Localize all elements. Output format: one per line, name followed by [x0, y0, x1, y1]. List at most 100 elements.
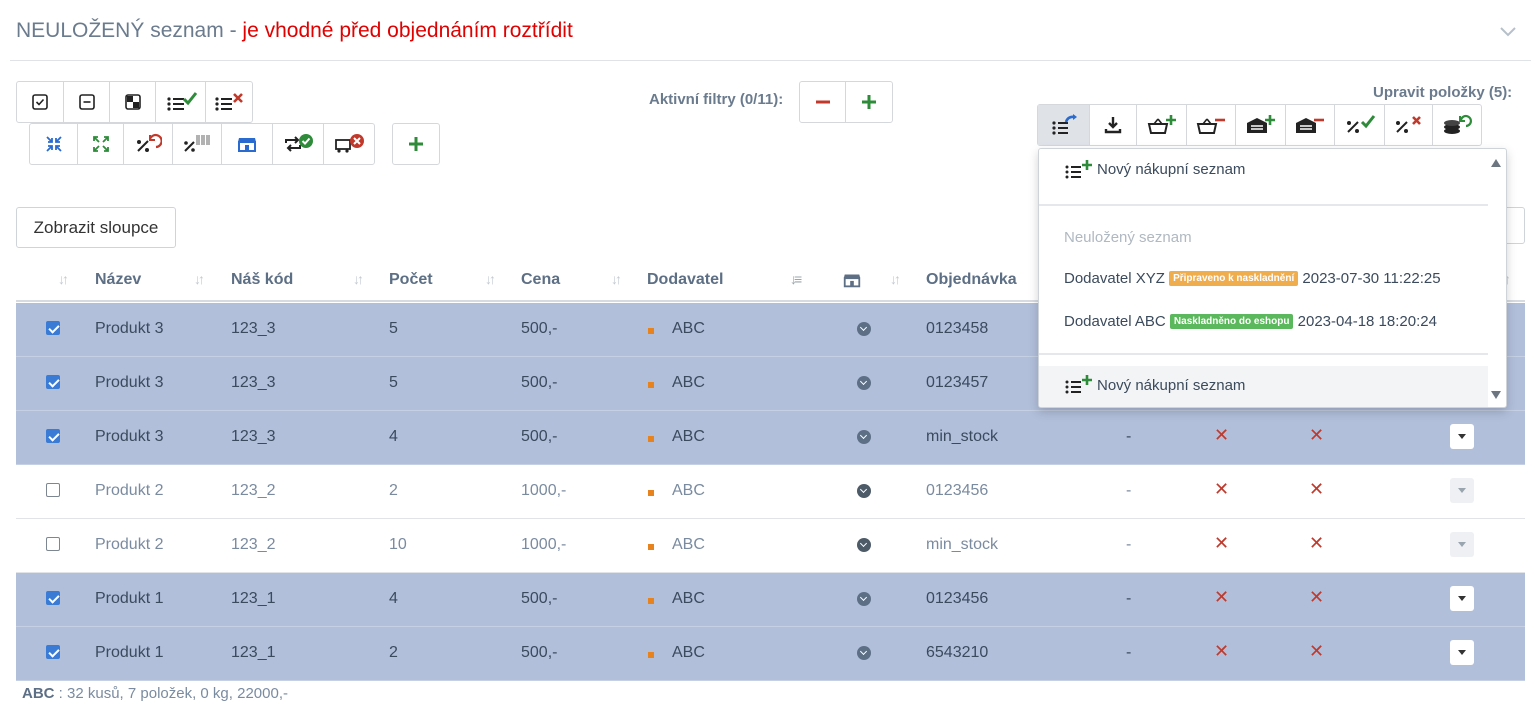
- barcode-discount-button[interactable]: [173, 124, 222, 164]
- active-filters-label: Aktivní filtry (0/11):: [649, 91, 784, 108]
- column-header-supplier[interactable]: Dodavatel: [647, 271, 723, 289]
- add-item-button[interactable]: [393, 124, 439, 164]
- warehouse-plus-icon: [1246, 115, 1275, 133]
- select-checked-list-button[interactable]: [156, 82, 206, 122]
- download-button[interactable]: [1090, 105, 1137, 145]
- cross-icon[interactable]: ✕: [1214, 587, 1229, 608]
- cross-icon[interactable]: ✕: [1309, 641, 1324, 662]
- sort-icon[interactable]: ↓↑: [611, 271, 622, 287]
- table-row[interactable]: Produkt 2 123_2 10 1000,- ABC min_stock …: [16, 519, 1525, 573]
- sort-icon[interactable]: ↓↑: [353, 271, 364, 287]
- row-checkbox[interactable]: [46, 483, 60, 497]
- transfer-ok-button[interactable]: [273, 124, 324, 164]
- deselect-all-button[interactable]: [64, 82, 110, 122]
- row-dropdown-button[interactable]: [1450, 640, 1474, 665]
- row-checkbox[interactable]: [46, 537, 60, 551]
- refresh-price-button[interactable]: [1433, 105, 1481, 145]
- shopping-list-page: NEULOŽENÝ seznam - je vhodné před objedn…: [0, 0, 1535, 710]
- sort-icon[interactable]: ↓↑: [58, 271, 69, 287]
- table-row[interactable]: Produkt 1 123_1 4 500,- ABC 0123456 - ✕ …: [16, 573, 1525, 627]
- row-dropdown-button[interactable]: [1450, 532, 1474, 557]
- refresh-discount-button[interactable]: [124, 124, 173, 164]
- collapse-rows-button[interactable]: [30, 124, 78, 164]
- cross-icon[interactable]: ✕: [1309, 587, 1324, 608]
- row-checkbox[interactable]: [46, 321, 60, 335]
- title-warning: je vhodné před objednáním roztřídit: [242, 19, 573, 42]
- row-checkbox[interactable]: [46, 645, 60, 659]
- row-dropdown-button[interactable]: [1450, 586, 1474, 611]
- row-checkbox[interactable]: [46, 429, 60, 443]
- plus-icon: [862, 95, 876, 109]
- download-icon: [1104, 117, 1122, 134]
- percent-check-icon: [1346, 115, 1375, 133]
- expand-rows-button[interactable]: [78, 124, 124, 164]
- scroll-down-arrow[interactable]: [1491, 391, 1501, 399]
- download-circle-icon[interactable]: [857, 430, 871, 444]
- compress-icon: [45, 136, 62, 152]
- column-header-order[interactable]: Objednávka: [926, 271, 1017, 289]
- download-circle-icon[interactable]: [857, 322, 871, 336]
- scroll-up-arrow[interactable]: [1491, 159, 1501, 167]
- coins-refresh-icon: [1444, 114, 1472, 134]
- column-header-name[interactable]: Název: [95, 271, 141, 289]
- remove-from-warehouse-button[interactable]: [1286, 105, 1335, 145]
- search-input[interactable]: [1505, 207, 1525, 244]
- sort-desc-icon[interactable]: ↓≡: [790, 271, 802, 287]
- show-columns-button[interactable]: Zobrazit sloupce: [16, 207, 176, 248]
- row-dropdown-button[interactable]: [1450, 424, 1474, 449]
- column-header-price[interactable]: Cena: [521, 271, 560, 289]
- download-circle-icon[interactable]: [857, 592, 871, 606]
- add-button-group: [392, 123, 440, 165]
- select-all-button[interactable]: [17, 82, 64, 122]
- menu-divider: [1039, 353, 1488, 355]
- sort-icon[interactable]: ↓↑: [194, 271, 205, 287]
- cross-icon[interactable]: ✕: [1309, 479, 1324, 500]
- percent-barcode-icon: [184, 135, 210, 152]
- action-toolbar: [29, 123, 375, 165]
- cross-icon[interactable]: ✕: [1309, 425, 1324, 446]
- divider: [10, 60, 1531, 61]
- filter-toolbar: [799, 81, 893, 123]
- menu-item-new-list-bottom[interactable]: Nový nákupní seznam: [1039, 366, 1488, 407]
- download-circle-icon[interactable]: [857, 484, 871, 498]
- warehouse-minus-icon: [1296, 118, 1324, 133]
- supplier-color-marker: [648, 490, 654, 496]
- cross-icon[interactable]: ✕: [1309, 533, 1324, 554]
- list-move-icon: [1051, 114, 1077, 135]
- cross-icon[interactable]: ✕: [1214, 641, 1229, 662]
- delivery-cancel-button[interactable]: [324, 124, 374, 164]
- supplier-color-marker: [648, 328, 654, 334]
- download-circle-icon[interactable]: [857, 646, 871, 660]
- checker-square-icon: [124, 94, 141, 110]
- add-to-warehouse-button[interactable]: [1236, 105, 1286, 145]
- table-row[interactable]: Produkt 2 123_2 2 1000,- ABC 0123456 - ✕…: [16, 465, 1525, 519]
- table-row[interactable]: Produkt 1 123_1 2 500,- ABC 6543210 - ✕ …: [16, 627, 1525, 681]
- move-to-list-button[interactable]: [1038, 105, 1090, 145]
- table-row[interactable]: Produkt 3 123_3 4 500,- ABC min_stock - …: [16, 411, 1525, 465]
- download-circle-icon[interactable]: [857, 376, 871, 390]
- invert-selection-button[interactable]: [110, 82, 156, 122]
- add-filter-button[interactable]: [846, 82, 892, 122]
- add-to-basket-button[interactable]: [1137, 105, 1187, 145]
- cross-icon[interactable]: ✕: [1214, 425, 1229, 446]
- remove-filter-button[interactable]: [800, 82, 846, 122]
- collapse-chevron-icon[interactable]: [1499, 18, 1517, 44]
- sort-icon[interactable]: ↓↑: [890, 271, 901, 287]
- approve-discount-button[interactable]: [1335, 105, 1385, 145]
- row-checkbox[interactable]: [46, 591, 60, 605]
- remove-from-basket-button[interactable]: [1187, 105, 1236, 145]
- page-title: NEULOŽENÝ seznam - je vhodné před objedn…: [16, 19, 573, 42]
- eshop-button[interactable]: [222, 124, 273, 164]
- supplier-color-marker: [648, 436, 654, 442]
- menu-item-new-list[interactable]: Nový nákupní seznam: [1039, 160, 1488, 185]
- column-header-count[interactable]: Počet: [389, 271, 433, 289]
- download-circle-icon[interactable]: [857, 538, 871, 552]
- cross-icon[interactable]: ✕: [1214, 533, 1229, 554]
- cross-icon[interactable]: ✕: [1214, 479, 1229, 500]
- row-checkbox[interactable]: [46, 375, 60, 389]
- reject-discount-button[interactable]: [1385, 105, 1433, 145]
- select-unchecked-list-button[interactable]: [206, 82, 252, 122]
- column-header-code[interactable]: Náš kód: [231, 271, 293, 289]
- row-dropdown-button[interactable]: [1450, 478, 1474, 503]
- sort-icon[interactable]: ↓↑: [485, 271, 496, 287]
